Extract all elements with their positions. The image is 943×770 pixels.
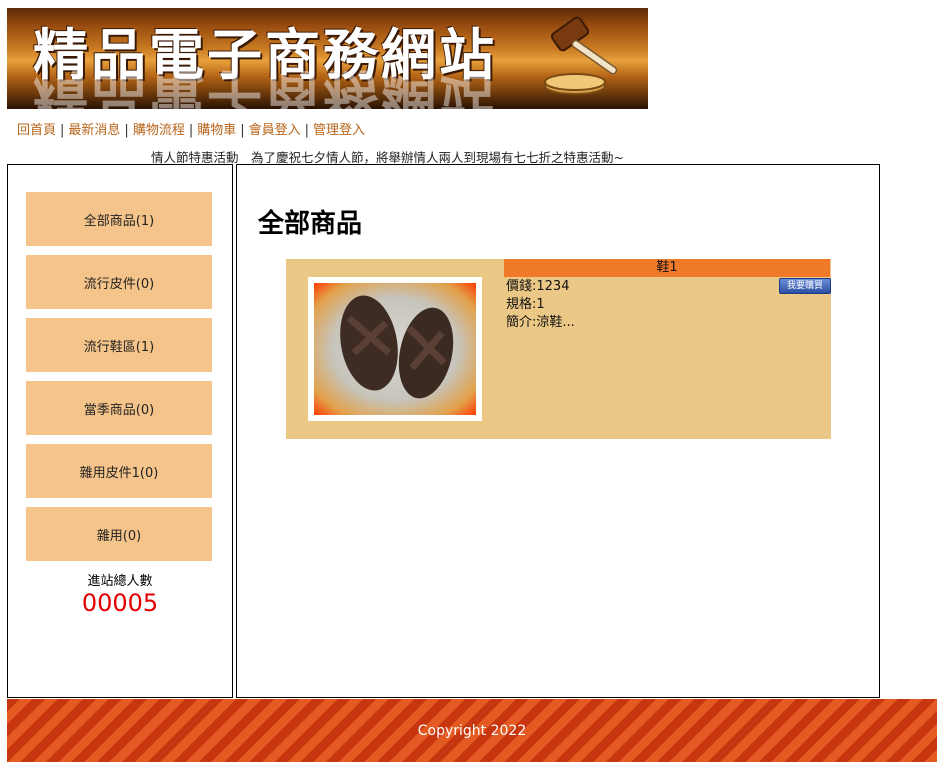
product-image[interactable] (308, 277, 482, 421)
product-spec: 規格:1 (506, 297, 545, 312)
product-card: 鞋1 價錢:1234 規格:1 簡介:涼鞋... 我要購買 (286, 259, 831, 439)
main-content: 全部商品 鞋1 價錢:1234 規格:1 簡介:涼鞋... 我要購買 (236, 164, 880, 698)
nav-separator: | (188, 123, 194, 138)
nav-shopping-process[interactable]: 購物流程 (133, 123, 185, 138)
nav-admin-login[interactable]: 管理登入 (313, 123, 365, 138)
buy-button[interactable]: 我要購買 (779, 278, 831, 294)
category-fashion-leather[interactable]: 流行皮件(0) (26, 255, 212, 309)
product-intro: 簡介:涼鞋... (506, 315, 575, 330)
nav-separator: | (240, 123, 245, 138)
product-info: 價錢:1234 規格:1 簡介:涼鞋... (506, 278, 575, 332)
nav-separator: | (304, 123, 310, 138)
category-fashion-shoes[interactable]: 流行鞋區(1) (26, 318, 212, 372)
nav-member-login[interactable]: 會員登入 (249, 123, 301, 138)
visitor-counter-label: 進站總人數 (87, 574, 153, 589)
category-misc[interactable]: 雜用(0) (26, 507, 212, 561)
top-nav: 回首頁 | 最新消息 | 購物流程 | 購物車 | 會員登入 | 管理登入 (17, 119, 365, 138)
page-title: 全部商品 (258, 209, 363, 239)
gavel-icon (544, 16, 618, 95)
visitor-counter: 00005 (81, 589, 159, 617)
product-price: 價錢:1234 (506, 279, 570, 294)
category-misc-leather[interactable]: 雜用皮件1(0) (26, 444, 212, 498)
site-title-reflection: 精品電子商務網站 (33, 63, 498, 109)
nav-separator: | (60, 123, 65, 138)
nav-news[interactable]: 最新消息 (68, 123, 120, 138)
site-banner: 精品電子商務網站 精品電子商務網站 (7, 8, 648, 109)
category-all-products[interactable]: 全部商品(1) (26, 192, 212, 246)
footer: Copyright 2022 (7, 699, 937, 762)
copyright-text: Copyright 2022 (417, 722, 527, 739)
category-seasonal[interactable]: 當季商品(0) (26, 381, 212, 435)
product-name[interactable]: 鞋1 (504, 259, 830, 277)
nav-home[interactable]: 回首頁 (17, 123, 56, 138)
sandals-photo (314, 283, 476, 415)
nav-separator: | (124, 123, 129, 138)
nav-cart[interactable]: 購物車 (197, 123, 236, 138)
category-sidebar: 全部商品(1) 流行皮件(0) 流行鞋區(1) 當季商品(0) 雜用皮件1(0)… (7, 164, 233, 698)
